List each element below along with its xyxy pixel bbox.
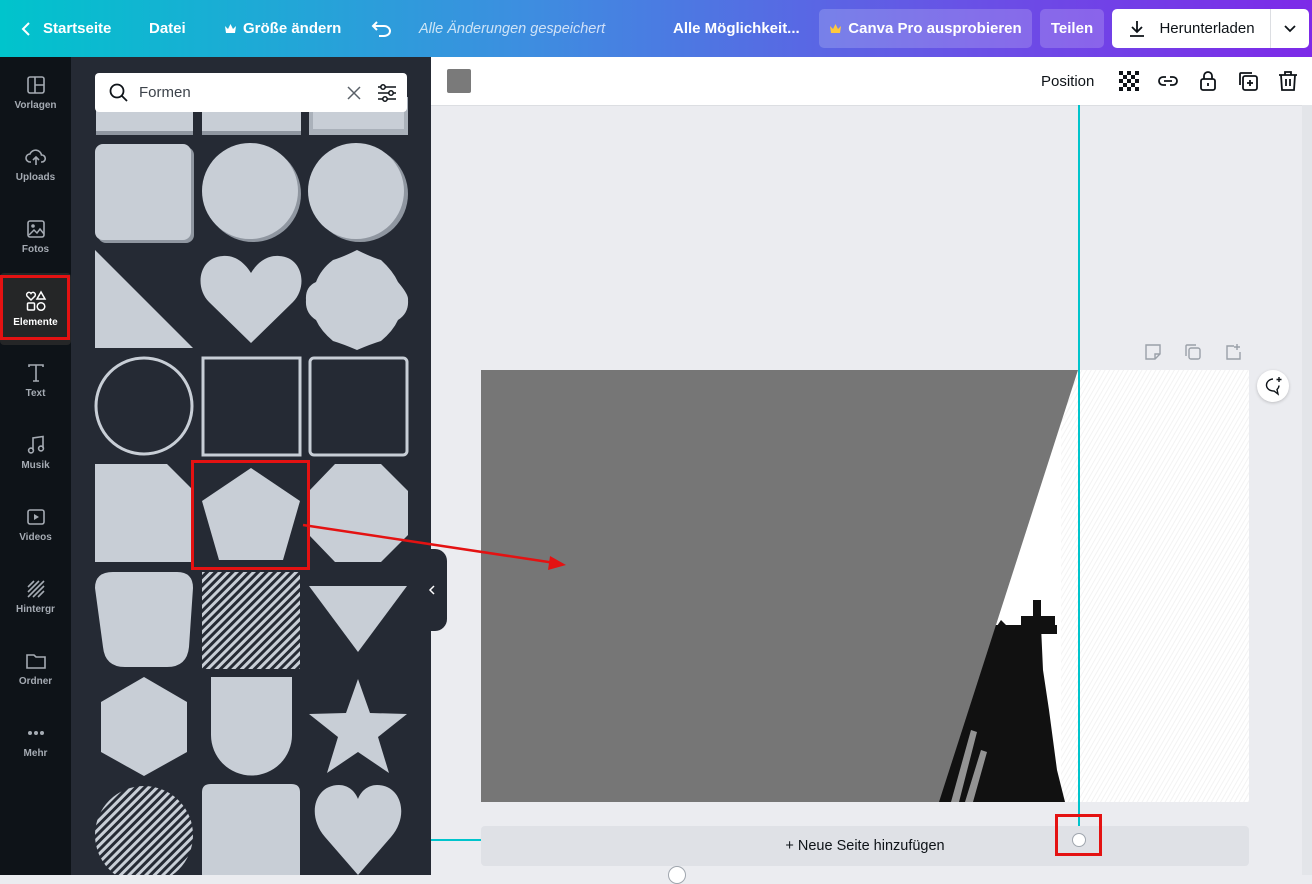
shape-shadow-rounded-square[interactable] — [95, 144, 194, 243]
design-page[interactable] — [481, 370, 1249, 802]
annotation-arrow — [302, 523, 566, 570]
undo-button[interactable] — [371, 0, 393, 57]
add-page-icon[interactable] — [1224, 343, 1242, 361]
shape-hatched-square[interactable] — [202, 572, 300, 669]
download-options-button[interactable] — [1270, 9, 1309, 48]
link-icon[interactable] — [1156, 69, 1180, 93]
sidebar-item-photos[interactable]: Fotos — [0, 201, 71, 273]
crown-icon — [830, 24, 842, 33]
scrollbar[interactable] — [1302, 105, 1312, 875]
photo-icon — [26, 220, 45, 238]
save-status: Alle Änderungen gespeichert — [419, 20, 606, 37]
add-page-button[interactable]: + Neue Seite hinzufügen — [481, 826, 1249, 866]
share-button[interactable]: Teilen — [1040, 9, 1104, 48]
sidebar-item-label: Text — [25, 388, 46, 399]
highlight-pentagon — [191, 460, 310, 570]
share-label: Teilen — [1050, 20, 1094, 37]
shape-heart[interactable] — [200, 255, 302, 343]
sidebar-item-label: Vorlagen — [14, 100, 57, 111]
filter-sliders-icon[interactable] — [377, 83, 397, 103]
shape-cut-corner-square[interactable] — [95, 464, 193, 562]
shape-rounded-trapezoid[interactable] — [95, 572, 193, 667]
shape-star[interactable] — [309, 679, 407, 773]
lock-icon[interactable] — [1196, 69, 1220, 93]
shape-rounded-square-outline[interactable] — [308, 356, 409, 457]
sidebar-item-label: Ordner — [18, 676, 53, 687]
sidebar-item-label: Mehr — [23, 748, 48, 759]
search-input[interactable]: Formen — [139, 73, 191, 112]
highlight-elements — [0, 275, 70, 340]
shape-right-triangle[interactable] — [95, 250, 193, 348]
guide-line-vertical — [1078, 105, 1080, 840]
shape-heart-2[interactable] — [314, 785, 402, 875]
download-label: Herunterladen — [1159, 20, 1255, 37]
rotate-handle[interactable] — [668, 866, 686, 884]
upload-cloud-icon — [24, 149, 46, 165]
sidebar-item-videos[interactable]: Videos — [0, 489, 71, 561]
shape-hexagon[interactable] — [101, 677, 187, 776]
templates-icon — [26, 76, 45, 94]
chevron-down-icon — [1284, 24, 1296, 32]
sidebar-item-background[interactable]: Hintergr — [0, 561, 71, 633]
editor-toolbar: Position — [431, 57, 1312, 106]
shape-shadow-circle-2[interactable] — [308, 143, 408, 242]
music-note-icon — [27, 435, 44, 454]
sidebar-item-uploads[interactable]: Uploads — [0, 129, 71, 201]
transparency-icon[interactable] — [1117, 69, 1141, 93]
sidebar-item-label: Musik — [21, 460, 50, 471]
photo-texture — [1061, 370, 1249, 802]
sidebar-item-label: Fotos — [21, 244, 50, 255]
resize-button[interactable]: Größe ändern — [224, 0, 341, 57]
shape-square-outline[interactable] — [201, 356, 302, 457]
home-label: Startseite — [43, 20, 112, 37]
sidebar-item-music[interactable]: Musik — [0, 417, 71, 489]
shape-circle-outline[interactable] — [94, 356, 194, 456]
try-pro-label: Canva Pro ausprobieren — [848, 20, 1022, 37]
video-icon — [26, 509, 45, 525]
note-icon[interactable] — [1144, 343, 1162, 361]
sidebar-item-text[interactable]: Text — [0, 345, 71, 417]
sidebar-item-folders[interactable]: Ordner — [0, 633, 71, 705]
comment-button[interactable] — [1257, 370, 1289, 402]
search-box[interactable]: Formen — [95, 73, 407, 112]
sidebar-item-label: Videos — [19, 532, 52, 543]
file-menu-button[interactable]: Datei — [149, 0, 186, 57]
highlight-resize-handle — [1055, 814, 1102, 856]
duplicate-icon[interactable] — [1236, 69, 1260, 93]
shape-hatched-circle[interactable] — [95, 786, 193, 875]
sidebar-item-label: Hintergr — [16, 604, 55, 615]
color-swatch[interactable] — [447, 69, 471, 93]
copy-page-icon[interactable] — [1184, 343, 1202, 361]
shape-rounded-rect[interactable] — [202, 784, 300, 875]
shape-down-triangle[interactable] — [309, 586, 407, 652]
crown-icon — [225, 24, 236, 33]
shape-shadow-circle[interactable] — [202, 143, 301, 242]
download-button[interactable]: Herunterladen — [1112, 9, 1270, 48]
shape-scalloped-circle[interactable] — [305, 250, 409, 350]
comment-add-icon — [1265, 377, 1282, 396]
sidebar-item-more[interactable]: Mehr — [0, 705, 71, 777]
shape-shield[interactable] — [211, 677, 292, 776]
top-bar: Startseite Datei Größe ändern Alle Änder… — [0, 0, 1312, 57]
position-button[interactable]: Position — [1041, 57, 1094, 105]
download-icon — [1130, 20, 1145, 37]
file-label: Datei — [149, 20, 186, 37]
search-icon — [109, 83, 128, 102]
trash-icon[interactable] — [1276, 69, 1300, 93]
side-rail: Vorlagen Uploads Fotos Elemente Text Mus… — [0, 57, 71, 875]
design-title[interactable]: Alle Möglichkeit... — [673, 0, 800, 57]
text-icon — [27, 364, 44, 382]
folder-icon — [25, 654, 46, 669]
resize-label: Größe ändern — [243, 20, 342, 37]
clear-icon[interactable] — [346, 85, 362, 101]
chevron-left-icon — [21, 21, 30, 36]
background-pattern-icon — [26, 580, 45, 598]
undo-icon — [371, 20, 391, 37]
try-pro-button[interactable]: Canva Pro ausprobieren — [819, 9, 1032, 48]
sidebar-item-label: Uploads — [15, 172, 56, 183]
more-dots-icon — [27, 731, 44, 735]
home-button[interactable]: Startseite — [20, 0, 111, 57]
sidebar-item-templates[interactable]: Vorlagen — [0, 57, 71, 129]
